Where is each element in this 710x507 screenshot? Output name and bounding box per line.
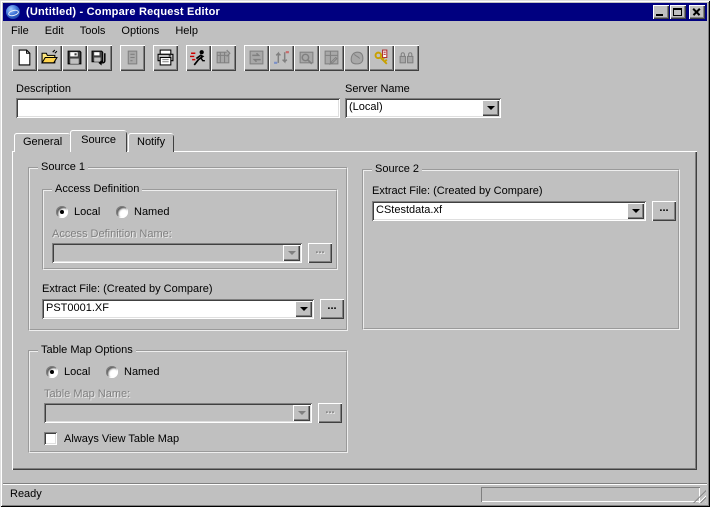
- service-button: [344, 44, 369, 71]
- description-input[interactable]: [16, 98, 340, 118]
- open-icon: [41, 49, 58, 64]
- access-definition-group-title: Access Definition: [52, 183, 143, 195]
- save-icon: [67, 50, 82, 65]
- table-map-name-label: Table Map Name:: [44, 388, 131, 400]
- chevron-down-icon: [486, 106, 495, 110]
- service-icon: [350, 51, 364, 65]
- source1-extract-file-browse-button[interactable]: ...: [320, 299, 344, 319]
- table-map-named-label[interactable]: Named: [124, 366, 159, 378]
- server-name-value: (Local): [345, 98, 501, 118]
- source1-group-title: Source 1: [38, 161, 89, 173]
- maximize-button[interactable]: [670, 5, 686, 19]
- print-button[interactable]: [153, 44, 178, 71]
- menu-edit[interactable]: Edit: [37, 23, 72, 39]
- source2-group-title: Source 2: [372, 163, 423, 175]
- access-definition-local-label[interactable]: Local: [74, 206, 100, 218]
- new-icon: [18, 49, 31, 66]
- status-bar: Ready: [3, 483, 707, 504]
- save-as-button[interactable]: [87, 44, 112, 71]
- table-map-browse-button: ...: [318, 403, 342, 423]
- new-button[interactable]: [12, 44, 37, 71]
- menu-help[interactable]: Help: [167, 23, 206, 39]
- swap-sources-button: [244, 44, 269, 71]
- compare-request-editor-window: (Untitled) - Compare Request Editor File…: [0, 0, 710, 507]
- keys-icon: [374, 49, 388, 65]
- description-label: Description: [16, 83, 72, 95]
- menu-file[interactable]: File: [3, 23, 37, 39]
- edit-table-icon: [324, 50, 339, 66]
- security-button: [394, 44, 419, 71]
- chevron-down-icon: [299, 307, 308, 311]
- tab-source[interactable]: Source: [70, 130, 127, 152]
- source2-extract-file-label: Extract File: (Created by Compare): [372, 185, 543, 197]
- access-definition-browse-button: ...: [308, 243, 332, 263]
- access-definition-local-radio[interactable]: [56, 206, 68, 218]
- definition-button: [120, 44, 145, 71]
- title-bar[interactable]: (Untitled) - Compare Request Editor: [3, 3, 707, 21]
- table-map-named-radio[interactable]: [106, 366, 118, 378]
- access-definition-name-combo: [52, 243, 302, 263]
- tab-strip: General Source Notify: [14, 130, 175, 152]
- source2-extract-file-browse-button[interactable]: ...: [652, 201, 676, 221]
- maximize-icon: [673, 8, 682, 16]
- minimize-button[interactable]: [653, 5, 669, 19]
- access-definition-name-dropdown-button: [283, 245, 300, 261]
- server-name-dropdown-button[interactable]: [482, 100, 499, 116]
- compare-results-button: [211, 44, 236, 71]
- source2-extract-file-value: CStestdata.xf: [372, 201, 646, 221]
- status-panel: [481, 487, 700, 502]
- table-map-name-value: [44, 403, 312, 423]
- source2-extract-file-dropdown-button[interactable]: [627, 203, 644, 219]
- save-as-icon: [91, 50, 106, 66]
- keys-button[interactable]: [369, 44, 394, 71]
- menu-tools[interactable]: Tools: [72, 23, 114, 39]
- app-icon[interactable]: [6, 5, 20, 19]
- toolbar: [3, 41, 707, 74]
- always-view-table-map-checkbox[interactable]: [44, 432, 57, 445]
- menu-options[interactable]: Options: [113, 23, 167, 39]
- source2-extract-file-combo[interactable]: CStestdata.xf: [372, 201, 646, 221]
- save-button[interactable]: [62, 44, 87, 71]
- server-name-combo[interactable]: (Local): [345, 98, 501, 118]
- minimize-icon: [656, 14, 663, 16]
- definition-icon: [127, 50, 138, 65]
- source1-extract-file-value: PST0001.XF: [42, 299, 314, 319]
- source1-extract-file-dropdown-button[interactable]: [295, 301, 312, 317]
- run-icon: [190, 50, 205, 66]
- source1-extract-file-label: Extract File: (Created by Compare): [42, 283, 213, 295]
- table-map-local-radio[interactable]: [46, 366, 58, 378]
- open-button[interactable]: [37, 44, 62, 71]
- always-view-table-map-label[interactable]: Always View Table Map: [64, 433, 179, 445]
- close-button[interactable]: [689, 5, 705, 19]
- browse-data-icon: [299, 51, 314, 65]
- tab-notify[interactable]: Notify: [128, 133, 175, 152]
- swap-sources-icon: [249, 50, 264, 65]
- edit-table-button: [319, 44, 344, 71]
- server-name-label: Server Name: [345, 83, 410, 95]
- sort-columns-icon: [274, 51, 289, 64]
- tab-general[interactable]: General: [14, 133, 72, 152]
- print-icon: [157, 49, 174, 66]
- run-button[interactable]: [186, 44, 211, 71]
- access-definition-named-label[interactable]: Named: [134, 206, 169, 218]
- access-definition-named-radio[interactable]: [116, 206, 128, 218]
- menu-bar: File Edit Tools Options Help: [3, 21, 707, 40]
- chevron-down-icon: [287, 251, 296, 255]
- table-map-options-group-title: Table Map Options: [38, 344, 136, 356]
- table-map-name-dropdown-button: [293, 405, 310, 421]
- table-map-local-label[interactable]: Local: [64, 366, 90, 378]
- sort-columns-button: [269, 44, 294, 71]
- source1-extract-file-combo[interactable]: PST0001.XF: [42, 299, 314, 319]
- browse-data-button: [294, 44, 319, 71]
- access-definition-name-value: [52, 243, 302, 263]
- security-icon: [399, 52, 414, 64]
- chevron-down-icon: [631, 209, 640, 213]
- table-map-name-combo: [44, 403, 312, 423]
- status-text: Ready: [10, 488, 42, 500]
- chevron-down-icon: [297, 411, 306, 415]
- window-title: (Untitled) - Compare Request Editor: [26, 6, 221, 18]
- compare-results-icon: [216, 49, 231, 64]
- access-definition-name-label: Access Definition Name:: [52, 228, 172, 240]
